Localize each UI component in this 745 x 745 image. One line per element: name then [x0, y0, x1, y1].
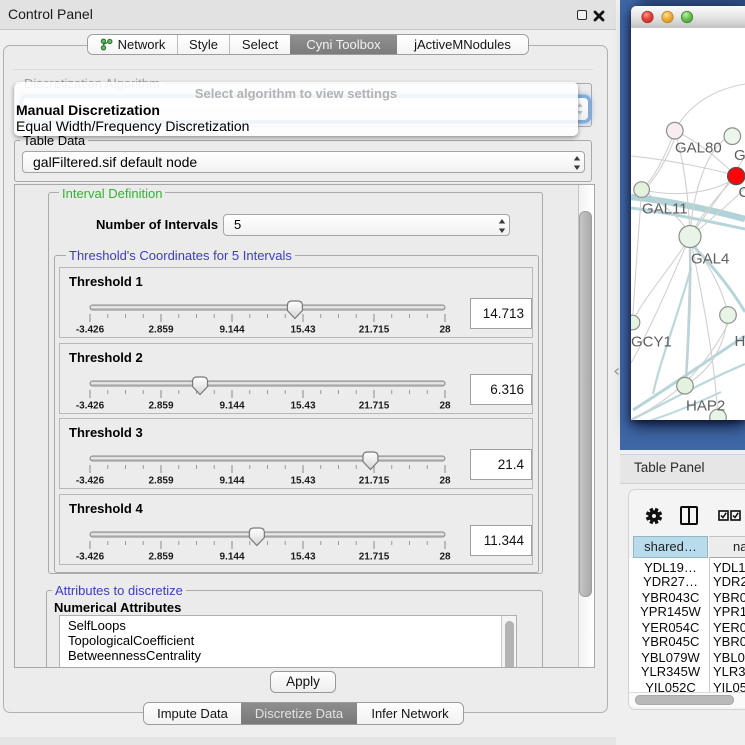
svg-text:GAL80: GAL80: [675, 140, 722, 157]
svg-text:9.144: 9.144: [219, 400, 244, 411]
svg-text:28: 28: [439, 551, 451, 562]
svg-text:GCY1: GCY1: [631, 334, 672, 351]
svg-text:21.715: 21.715: [359, 551, 390, 562]
svg-text:15.43: 15.43: [290, 476, 315, 487]
svg-text:-3.426: -3.426: [76, 325, 105, 336]
svg-text:15.43: 15.43: [290, 325, 315, 336]
svg-text:Threshold 1: Threshold 1: [69, 274, 143, 289]
svg-text:-3.426: -3.426: [76, 476, 105, 487]
svg-text:15.43: 15.43: [290, 551, 315, 562]
svg-text:-3.426: -3.426: [76, 400, 105, 411]
svg-text:GAL4: GAL4: [691, 251, 729, 268]
svg-text:15.43: 15.43: [290, 400, 315, 411]
svg-text:Threshold 3: Threshold 3: [69, 425, 143, 440]
svg-text:28: 28: [439, 325, 451, 336]
svg-text:GAL11: GAL11: [642, 201, 688, 218]
svg-text:GAL2: GAL2: [734, 147, 745, 164]
svg-text:HAP2: HAP2: [686, 398, 725, 415]
svg-text:2.859: 2.859: [148, 400, 173, 411]
svg-text:CYC1: CYC1: [739, 184, 745, 201]
svg-text:Threshold 4: Threshold 4: [69, 501, 143, 516]
svg-text:28: 28: [439, 400, 451, 411]
svg-text:HIS4: HIS4: [735, 333, 745, 350]
svg-text:Threshold 2: Threshold 2: [69, 350, 143, 365]
svg-text:21.715: 21.715: [359, 400, 390, 411]
svg-text:21.715: 21.715: [359, 476, 390, 487]
svg-text:21.715: 21.715: [359, 325, 390, 336]
svg-text:-3.426: -3.426: [76, 551, 105, 562]
svg-text:9.144: 9.144: [219, 551, 244, 562]
svg-text:28: 28: [439, 476, 451, 487]
svg-text:2.859: 2.859: [148, 325, 173, 336]
svg-text:2.859: 2.859: [148, 551, 173, 562]
svg-text:9.144: 9.144: [219, 476, 244, 487]
svg-text:9.144: 9.144: [219, 325, 244, 336]
svg-text:2.859: 2.859: [148, 476, 173, 487]
